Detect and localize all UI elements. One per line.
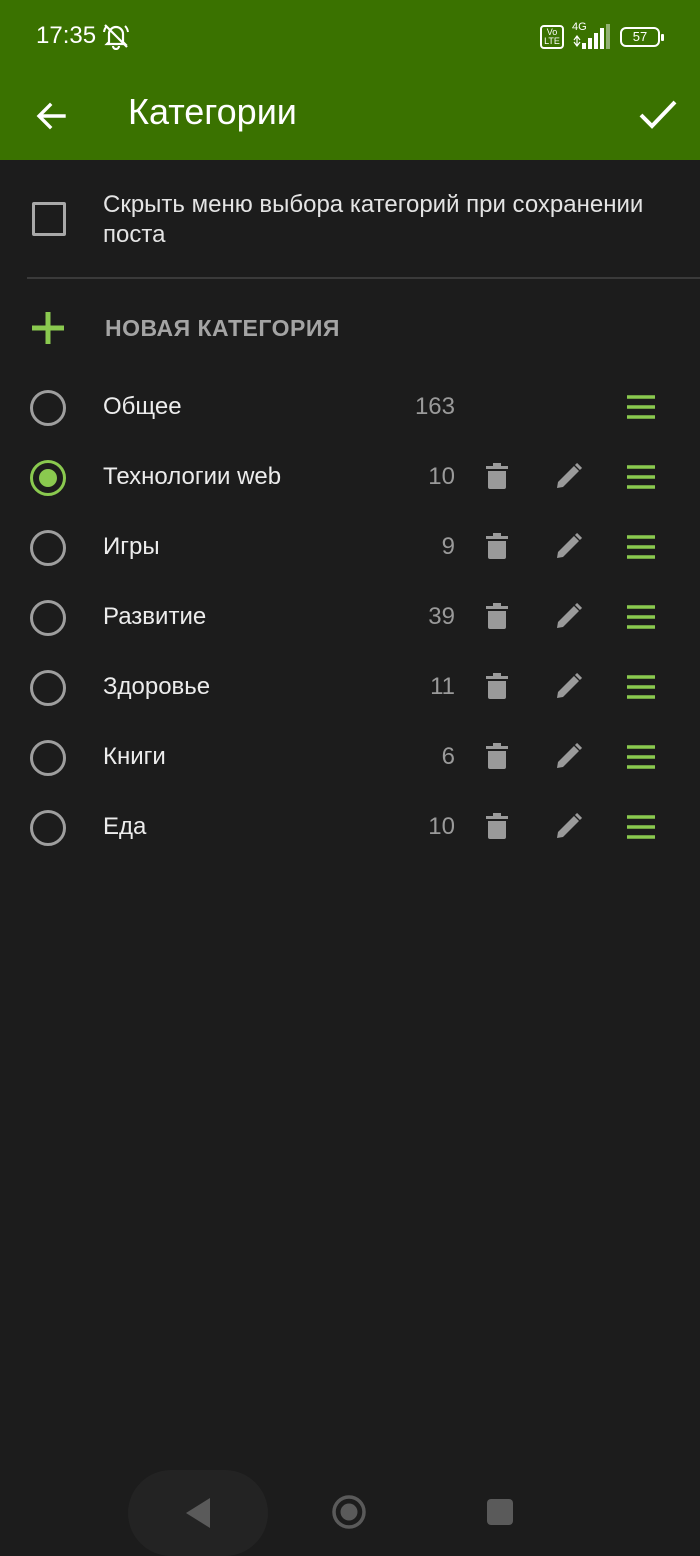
category-name: Игры — [103, 533, 160, 560]
bell-muted-icon — [103, 24, 129, 50]
drag-handle-icon[interactable] — [626, 394, 656, 420]
category-count: 10 — [428, 813, 455, 840]
new-category-button[interactable]: НОВАЯ КАТЕГОРИЯ — [0, 300, 700, 358]
drag-handle-icon[interactable] — [626, 674, 656, 700]
status-time: 17:35 — [36, 22, 97, 49]
category-name: Еда — [103, 813, 147, 840]
category-row[interactable]: Развитие 39 — [0, 583, 700, 653]
trash-icon[interactable] — [486, 673, 508, 699]
app-bar: Категории — [0, 72, 700, 160]
category-row[interactable]: Игры 9 — [0, 513, 700, 583]
category-radio-selected[interactable] — [30, 460, 66, 496]
drag-handle-icon[interactable] — [626, 534, 656, 560]
nav-home-icon[interactable] — [331, 1494, 367, 1530]
category-count: 6 — [441, 743, 455, 770]
divider — [27, 277, 700, 279]
category-row[interactable]: Здоровье 11 — [0, 653, 700, 723]
category-count: 10 — [428, 463, 455, 490]
category-radio[interactable] — [30, 530, 66, 566]
category-row[interactable]: Книги 6 — [0, 723, 700, 793]
system-nav-bar — [0, 1470, 700, 1556]
pencil-icon[interactable] — [556, 813, 582, 839]
hide-menu-checkbox[interactable] — [32, 202, 66, 236]
category-count: 11 — [430, 673, 455, 700]
battery-icon: 57 — [620, 27, 664, 47]
signal-icon: 4G — [572, 21, 612, 51]
nav-back-icon[interactable] — [184, 1496, 214, 1530]
nav-recents-icon[interactable] — [487, 1499, 513, 1525]
category-row[interactable]: Общее 163 — [0, 373, 700, 443]
category-name: Развитие — [103, 603, 207, 630]
category-name: Общее — [103, 393, 182, 420]
hide-menu-label: Скрыть меню выбора категорий при сохране… — [103, 191, 644, 248]
category-radio[interactable] — [30, 600, 66, 636]
trash-icon[interactable] — [486, 463, 508, 489]
new-category-label: НОВАЯ КАТЕГОРИЯ — [105, 315, 340, 341]
drag-handle-icon[interactable] — [626, 464, 656, 490]
drag-handle-icon[interactable] — [626, 814, 656, 840]
category-count: 163 — [414, 393, 455, 420]
category-count: 9 — [441, 533, 455, 560]
drag-handle-icon[interactable] — [626, 744, 656, 770]
status-indicators: Vo LTE 4G 57 — [540, 21, 664, 52]
pencil-icon[interactable] — [556, 743, 582, 769]
hide-menu-option[interactable]: Скрыть меню выбора категорий при сохране… — [0, 160, 700, 278]
arrow-left-icon[interactable] — [30, 92, 78, 140]
trash-icon[interactable] — [486, 533, 508, 559]
volte-icon: Vo LTE — [540, 25, 564, 49]
drag-handle-icon[interactable] — [626, 604, 656, 630]
category-count: 39 — [428, 603, 455, 630]
check-icon[interactable] — [634, 90, 682, 138]
category-radio[interactable] — [30, 390, 66, 426]
category-row[interactable]: Технологии web 10 — [0, 443, 700, 513]
category-name: Технологии web — [103, 463, 282, 490]
category-row[interactable]: Еда 10 — [0, 793, 700, 863]
plus-icon — [32, 312, 64, 344]
pencil-icon[interactable] — [556, 463, 582, 489]
pencil-icon[interactable] — [556, 533, 582, 559]
category-radio[interactable] — [30, 670, 66, 706]
category-name: Книги — [103, 743, 166, 770]
category-list: Общее 163 Технологии web 10 Игры 9 Разви… — [0, 373, 700, 863]
status-bar: 17:35 Vo LTE 4G 57 — [0, 0, 700, 72]
pencil-icon[interactable] — [556, 603, 582, 629]
category-radio[interactable] — [30, 810, 66, 846]
trash-icon[interactable] — [486, 813, 508, 839]
page-title: Категории — [128, 91, 297, 132]
battery-level: 57 — [632, 29, 648, 44]
category-radio[interactable] — [30, 740, 66, 776]
trash-icon[interactable] — [486, 603, 508, 629]
trash-icon[interactable] — [486, 743, 508, 769]
category-name: Здоровье — [103, 673, 211, 700]
pencil-icon[interactable] — [556, 673, 582, 699]
